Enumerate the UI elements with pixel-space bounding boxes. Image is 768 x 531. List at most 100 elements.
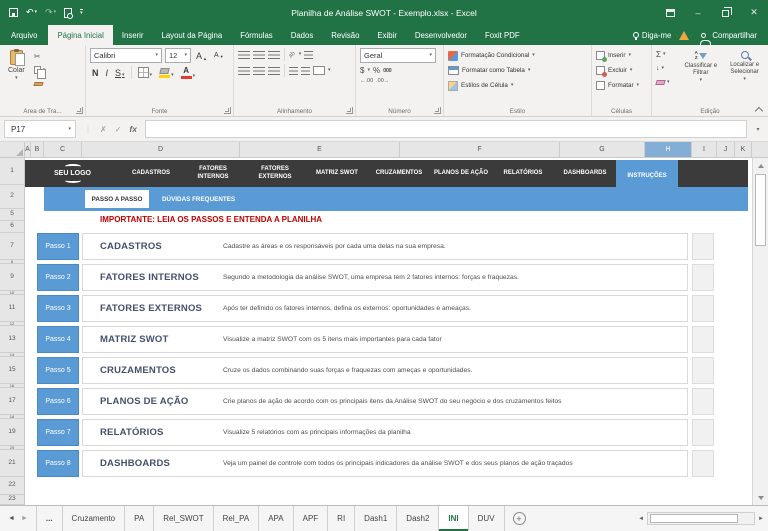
tab-passo-a-passo[interactable]: PASSO A PASSO (85, 190, 149, 208)
decrease-decimal-button[interactable]: .00→ (376, 78, 389, 84)
sheet-tab-rel-swot[interactable]: Rel_SWOT (154, 506, 214, 531)
currency-button[interactable]: $ (360, 66, 364, 75)
collapse-ribbon-button[interactable] (755, 105, 763, 113)
orientation-button[interactable]: ab (288, 50, 297, 59)
cancel-icon[interactable]: ✗ (100, 125, 107, 134)
warning-icon[interactable] (679, 30, 690, 40)
insert-cells-button[interactable]: Inserir ▾ (596, 48, 648, 63)
percent-button[interactable]: % (373, 66, 380, 75)
format-as-table-button[interactable]: Formatar como Tabela ▾ (448, 63, 588, 78)
find-select-button[interactable]: Localizar e Selecionar ▾ (724, 48, 765, 88)
align-right-icon[interactable] (268, 66, 280, 75)
align-middle-icon[interactable] (253, 50, 265, 59)
italic-button[interactable]: I (104, 68, 111, 78)
sheet-tab-apa[interactable]: APA (259, 506, 294, 531)
row-header-19[interactable]: 19 (0, 419, 24, 446)
row-header-6[interactable]: 6 (0, 221, 24, 233)
enter-icon[interactable]: ✓ (115, 125, 122, 134)
row-header-17[interactable]: 17 (0, 388, 24, 415)
cut-button[interactable]: ✂ (34, 50, 46, 62)
row-header-9[interactable]: 9 (0, 264, 24, 291)
column-header-h[interactable]: H (645, 142, 692, 157)
scroll-down-button[interactable] (753, 490, 768, 505)
scroll-right-button[interactable]: ► (758, 516, 764, 522)
nav-item-relatorios[interactable]: RELATÓRIOS (492, 160, 554, 187)
row-header-21[interactable]: 21 (0, 450, 24, 477)
tab-duvidas-frequentes[interactable]: DÚVIDAS FREQUENTES (162, 187, 235, 211)
name-box[interactable]: P17 ▾ (4, 120, 76, 138)
sheet-tab-dash2[interactable]: Dash2 (397, 506, 440, 531)
nav-item-planos-de-acao[interactable]: PLANOS DE AÇÃO (430, 160, 492, 187)
sheet-tab-ini[interactable]: INI (439, 506, 469, 531)
restore-button[interactable] (712, 0, 740, 25)
grow-font-button[interactable]: A ▲ (194, 51, 209, 61)
sheet-tab-apf[interactable]: APF (294, 506, 329, 531)
sheet-tab-ri[interactable]: RI (328, 506, 356, 531)
sheet-tab-dash1[interactable]: Dash1 (355, 506, 398, 531)
customize-qat-button[interactable]: ▾ (80, 9, 83, 16)
column-header-e[interactable]: E (240, 142, 400, 157)
sheet-canvas[interactable]: SEU LOGO CADASTROS FATORES INTERNOS FATORE… (25, 158, 752, 505)
shrink-font-button[interactable]: A ▼ (212, 52, 226, 59)
hscroll-thumb[interactable] (650, 514, 739, 523)
formula-input[interactable] (144, 120, 747, 138)
clear-button[interactable]: ▾ (655, 77, 677, 88)
nav-item-cadastros[interactable]: CADASTROS (120, 160, 182, 187)
number-format-select[interactable]: Geral ▾ (360, 48, 436, 63)
sheet-tab-rel-pa[interactable]: Rel_PA (214, 506, 260, 531)
borders-button[interactable]: ▾ (136, 67, 155, 78)
column-header-k[interactable]: K (735, 142, 752, 157)
ribbon-tab-formulas[interactable]: Fórmulas (231, 25, 282, 45)
font-size-select[interactable]: 12 ▾ (165, 48, 191, 63)
row-header-23[interactable]: 23 (0, 495, 24, 505)
sheet-tab-pa[interactable]: PA (125, 506, 155, 531)
row-header-13[interactable]: 13 (0, 326, 24, 353)
autosum-button[interactable]: Σ ▾ (656, 49, 677, 60)
scroll-left-button[interactable]: ◄ (638, 516, 644, 522)
scroll-up-button[interactable] (753, 158, 768, 173)
ribbon-tab-pagina-inicial[interactable]: Página Inicial (48, 25, 113, 45)
vertical-scrollbar[interactable] (752, 158, 768, 505)
increase-indent-button[interactable] (301, 66, 310, 75)
ribbon-tab-arquivo[interactable]: Arquivo (0, 25, 48, 45)
merge-center-button[interactable] (313, 66, 325, 75)
row-header-11[interactable]: 11 (0, 295, 24, 322)
ribbon-tab-revisao[interactable]: Revisão (322, 25, 368, 45)
bold-button[interactable]: N (90, 68, 101, 78)
align-left-icon[interactable] (238, 66, 250, 75)
hscroll-track[interactable] (647, 512, 756, 525)
insert-function-icon[interactable]: fx (129, 124, 137, 134)
ribbon-tab-desenvolvedor[interactable]: Desenvolvedor (406, 25, 476, 45)
sheet-tab-ellipsis[interactable]: ... (35, 506, 63, 531)
sheet-tab-cruzamento[interactable]: Cruzamento (63, 506, 126, 531)
increase-decimal-button[interactable]: ←.00 (360, 78, 373, 84)
save-button[interactable] (9, 8, 18, 17)
nav-item-dashboards[interactable]: DASHBOARDS (554, 160, 616, 187)
row-header-15[interactable]: 15 (0, 357, 24, 384)
nav-item-fatores-internos[interactable]: FATORES INTERNOS (182, 160, 244, 187)
share-button[interactable]: Compartilhar (697, 31, 761, 45)
nav-item-cruzamentos[interactable]: CRUZAMENTOS (368, 160, 430, 187)
column-header-d[interactable]: D (82, 142, 240, 157)
fill-button[interactable]: ↓ ▾ (656, 63, 677, 74)
sort-filter-button[interactable]: AZ Classificar e Filtrar ▾ (680, 48, 721, 88)
paste-button[interactable]: Colar ▾ (4, 48, 29, 90)
conditional-formatting-button[interactable]: Formatação Condicional ▾ (448, 48, 588, 63)
column-header-b[interactable]: B (31, 142, 44, 157)
column-header-g[interactable]: G (560, 142, 645, 157)
ribbon-tab-foxit-pdf[interactable]: Foxit PDF (476, 25, 529, 45)
row-header-5[interactable]: 5 (0, 209, 24, 221)
row-header-1[interactable]: 1 (0, 158, 24, 185)
copy-button[interactable]: ▾ (33, 64, 46, 79)
wrap-text-button[interactable] (304, 50, 314, 59)
decrease-indent-button[interactable] (289, 66, 298, 75)
font-family-select[interactable]: Calibri ▾ (90, 48, 162, 63)
tell-me-button[interactable]: Diga-me (632, 31, 671, 40)
sheet-tab-duv[interactable]: DUV (469, 506, 505, 531)
nav-item-fatores-externos[interactable]: FATORES EXTERNOS (244, 160, 306, 187)
nav-item-matriz-swot[interactable]: MATRIZ SWOT (306, 160, 368, 187)
column-header-c[interactable]: C (44, 142, 82, 157)
dialog-launcher-icon[interactable] (76, 107, 83, 114)
column-header-j[interactable]: J (717, 142, 735, 157)
ribbon-tab-layout-da-pagina[interactable]: Layout da Página (153, 25, 232, 45)
